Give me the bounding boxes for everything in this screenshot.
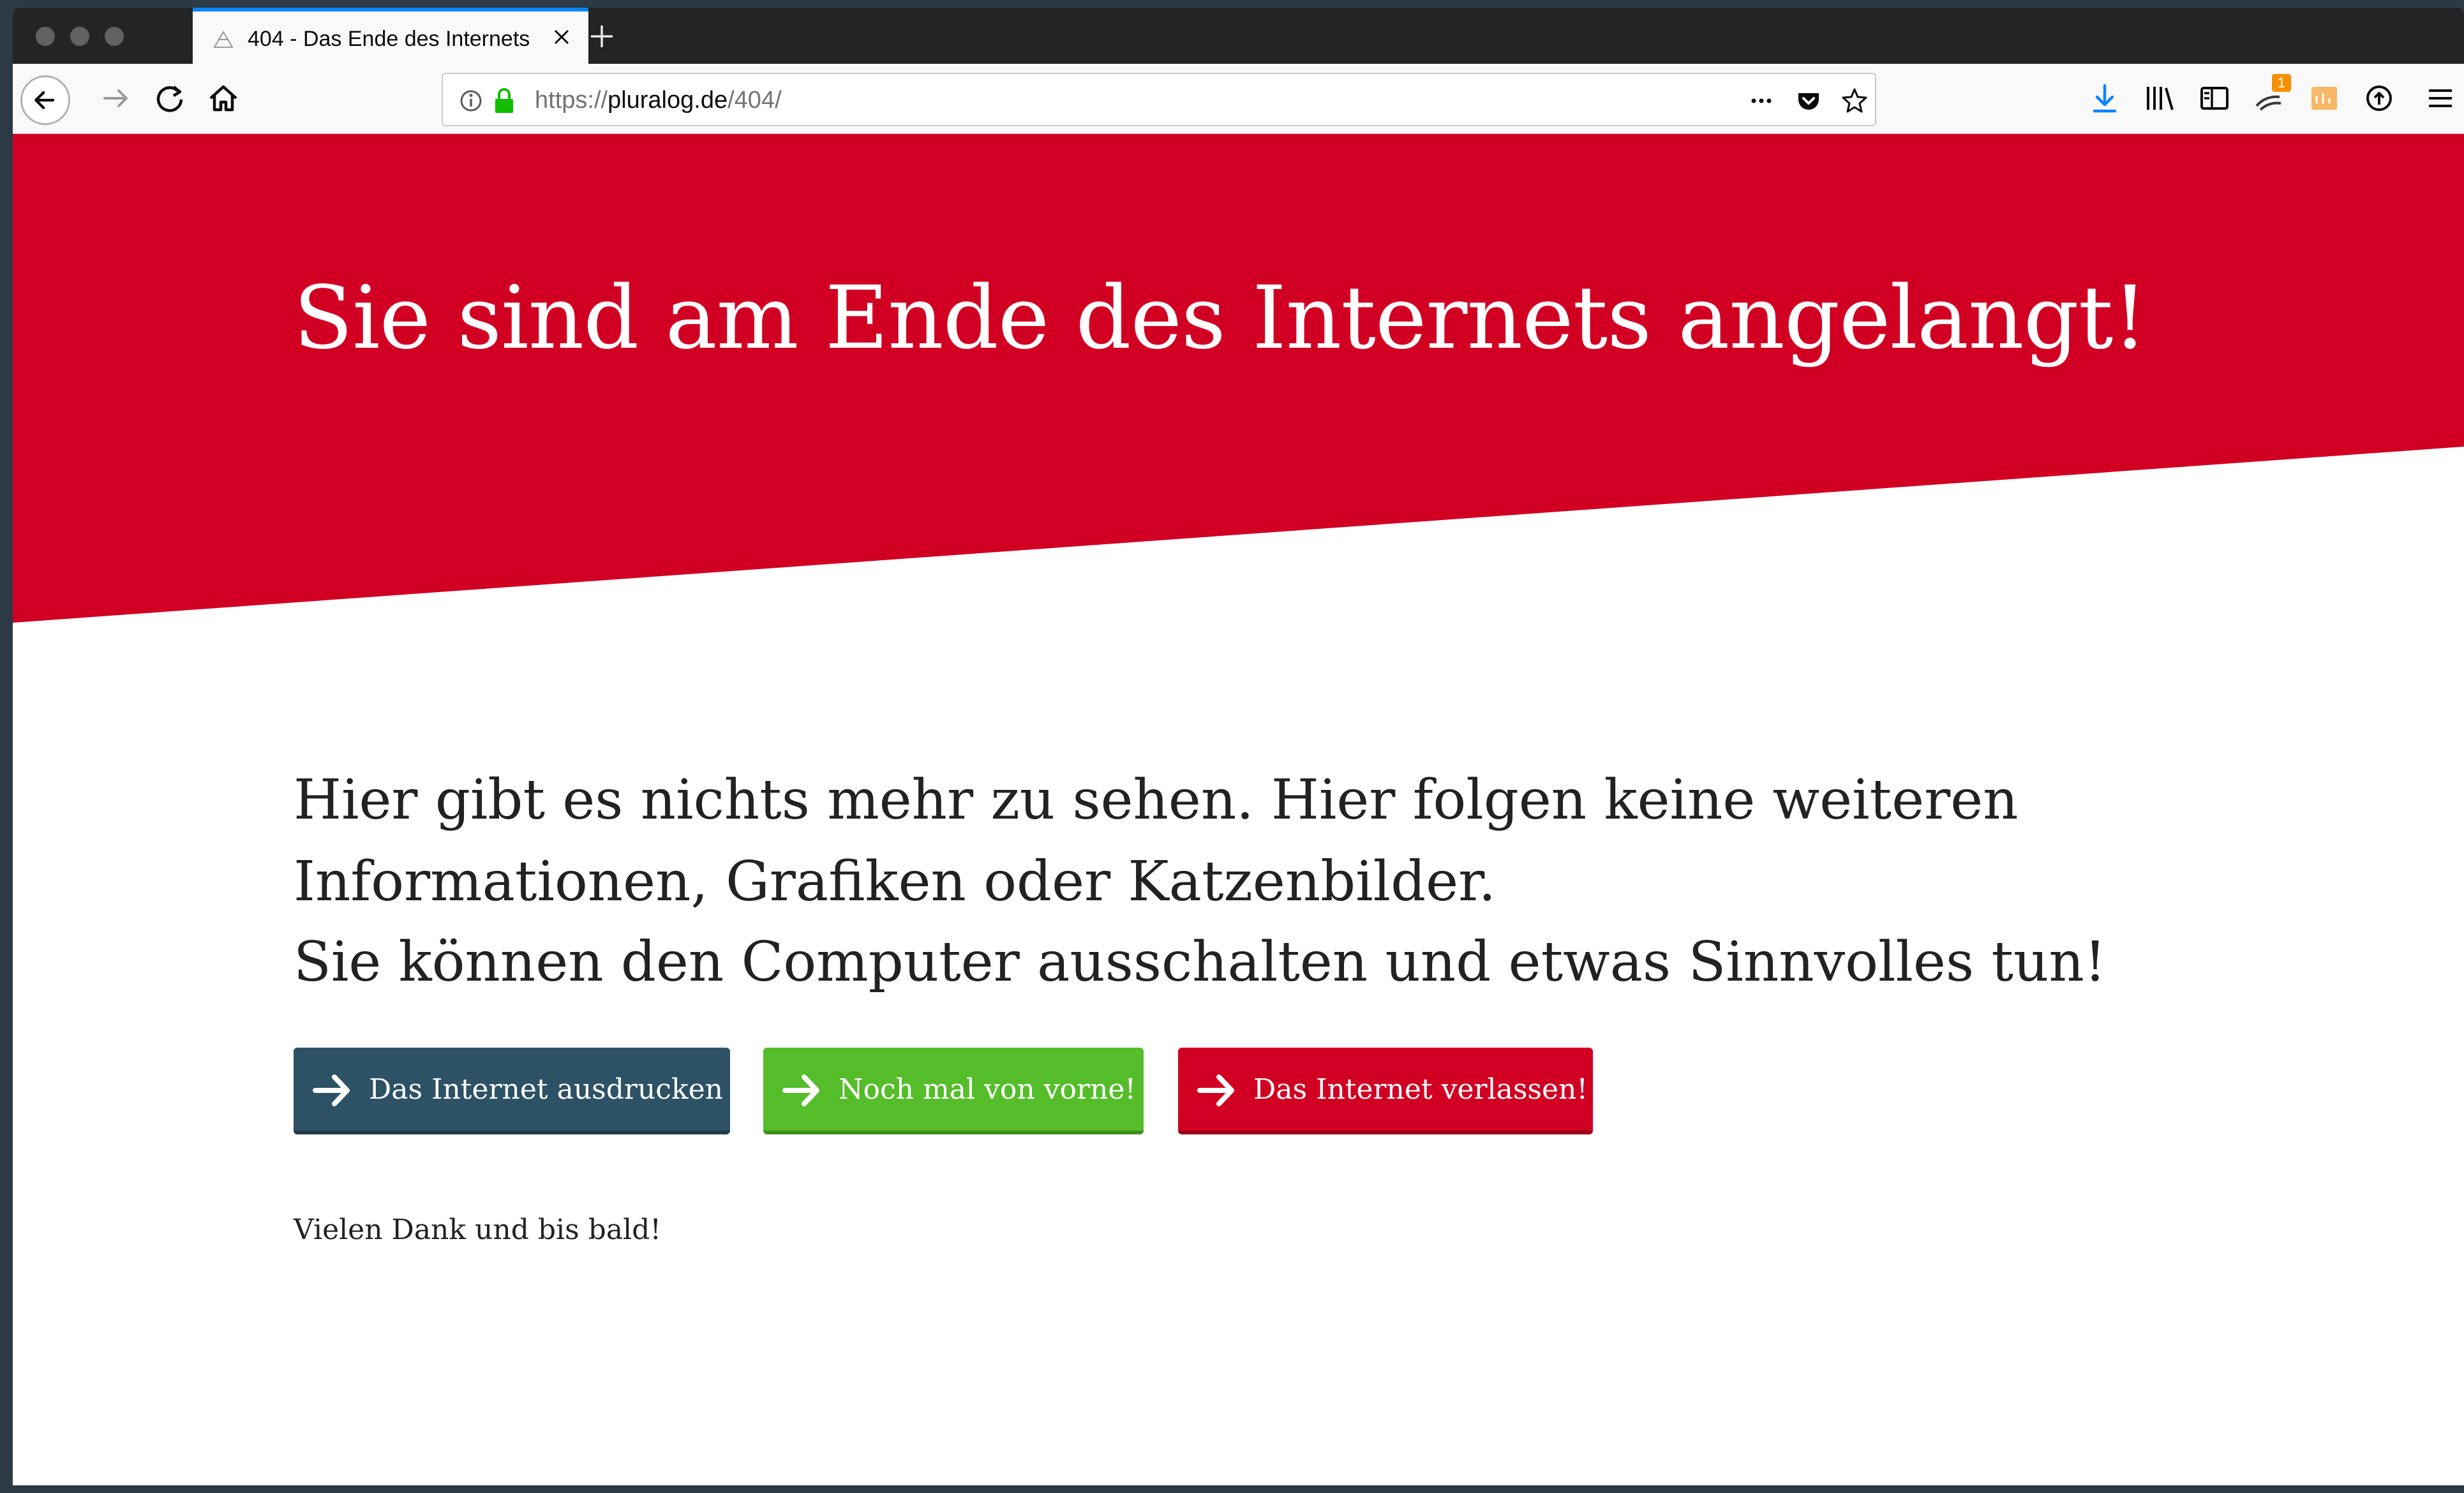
- reload-icon[interactable]: [149, 78, 190, 119]
- tab-active[interactable]: 404 - Das Ende des Internets: [193, 8, 588, 64]
- url-text: https://pluralog.de/404/: [535, 87, 782, 114]
- arrow-right-icon: [1197, 1074, 1234, 1106]
- page-actions-icon[interactable]: [1746, 85, 1777, 116]
- lead-paragraph: Hier gibt es nichts mehr zu sehen. Hier …: [294, 768, 2019, 914]
- minimize-window-button[interactable]: [70, 27, 89, 46]
- leave-internet-label: Das Internet verlassen!: [1253, 1073, 1588, 1106]
- account-icon[interactable]: [2359, 78, 2400, 119]
- start-over-label: Noch mal von vorne!: [839, 1073, 1137, 1106]
- page-content: Sie sind am Ende des Internets angelangt…: [13, 134, 2464, 1485]
- rss-extension-icon[interactable]: [2304, 78, 2345, 119]
- arrow-right-icon: [313, 1074, 350, 1106]
- start-over-button[interactable]: Noch mal von vorne!: [763, 1048, 1144, 1134]
- print-internet-button[interactable]: Das Internet ausdrucken: [294, 1048, 730, 1134]
- browser-window: 404 - Das Ende des Internets https://plu…: [13, 8, 2464, 1485]
- tab-strip: 404 - Das Ende des Internets: [13, 8, 2464, 64]
- home-icon[interactable]: [203, 78, 244, 119]
- hero-background: [13, 134, 2464, 623]
- hero-banner: [13, 134, 2464, 623]
- secure-lock-icon[interactable]: [489, 85, 519, 116]
- url-scheme: https://: [535, 87, 608, 114]
- leave-internet-button[interactable]: Das Internet verlassen!: [1178, 1048, 1593, 1134]
- arrow-right-icon: [782, 1074, 819, 1106]
- hero-title: Sie sind am Ende des Internets angelangt…: [294, 268, 2147, 369]
- close-tab-icon[interactable]: [549, 24, 574, 50]
- closing-text: Vielen Dank und bis bald!: [294, 1214, 661, 1246]
- forward-icon[interactable]: [96, 78, 137, 119]
- url-bar[interactable]: https://pluralog.de/404/: [442, 73, 1876, 126]
- tab-title: 404 - Das Ende des Internets: [248, 27, 530, 51]
- suggestion-paragraph: Sie können den Computer ausschalten und …: [294, 930, 2107, 994]
- notification-badge: 1: [2272, 74, 2291, 92]
- url-path: /404/: [728, 87, 782, 114]
- menu-icon[interactable]: [2420, 78, 2461, 119]
- extension-button[interactable]: 1: [2249, 74, 2291, 119]
- url-host: pluralog.de: [608, 87, 728, 114]
- nav-toolbar: https://pluralog.de/404/ 1: [13, 64, 2464, 134]
- sidebar-icon[interactable]: [2194, 78, 2235, 119]
- pocket-icon[interactable]: [1793, 85, 1824, 116]
- library-icon[interactable]: [2139, 78, 2180, 119]
- new-tab-icon[interactable]: [587, 22, 616, 51]
- zoom-window-button[interactable]: [105, 27, 124, 46]
- downloads-icon[interactable]: [2084, 78, 2125, 119]
- page-info-icon[interactable]: [456, 85, 486, 116]
- print-internet-label: Das Internet ausdrucken: [369, 1073, 723, 1106]
- close-window-button[interactable]: [36, 27, 55, 46]
- back-icon[interactable]: [20, 75, 70, 125]
- site-favicon-icon: [213, 31, 234, 48]
- bookmark-star-icon[interactable]: [1839, 85, 1870, 116]
